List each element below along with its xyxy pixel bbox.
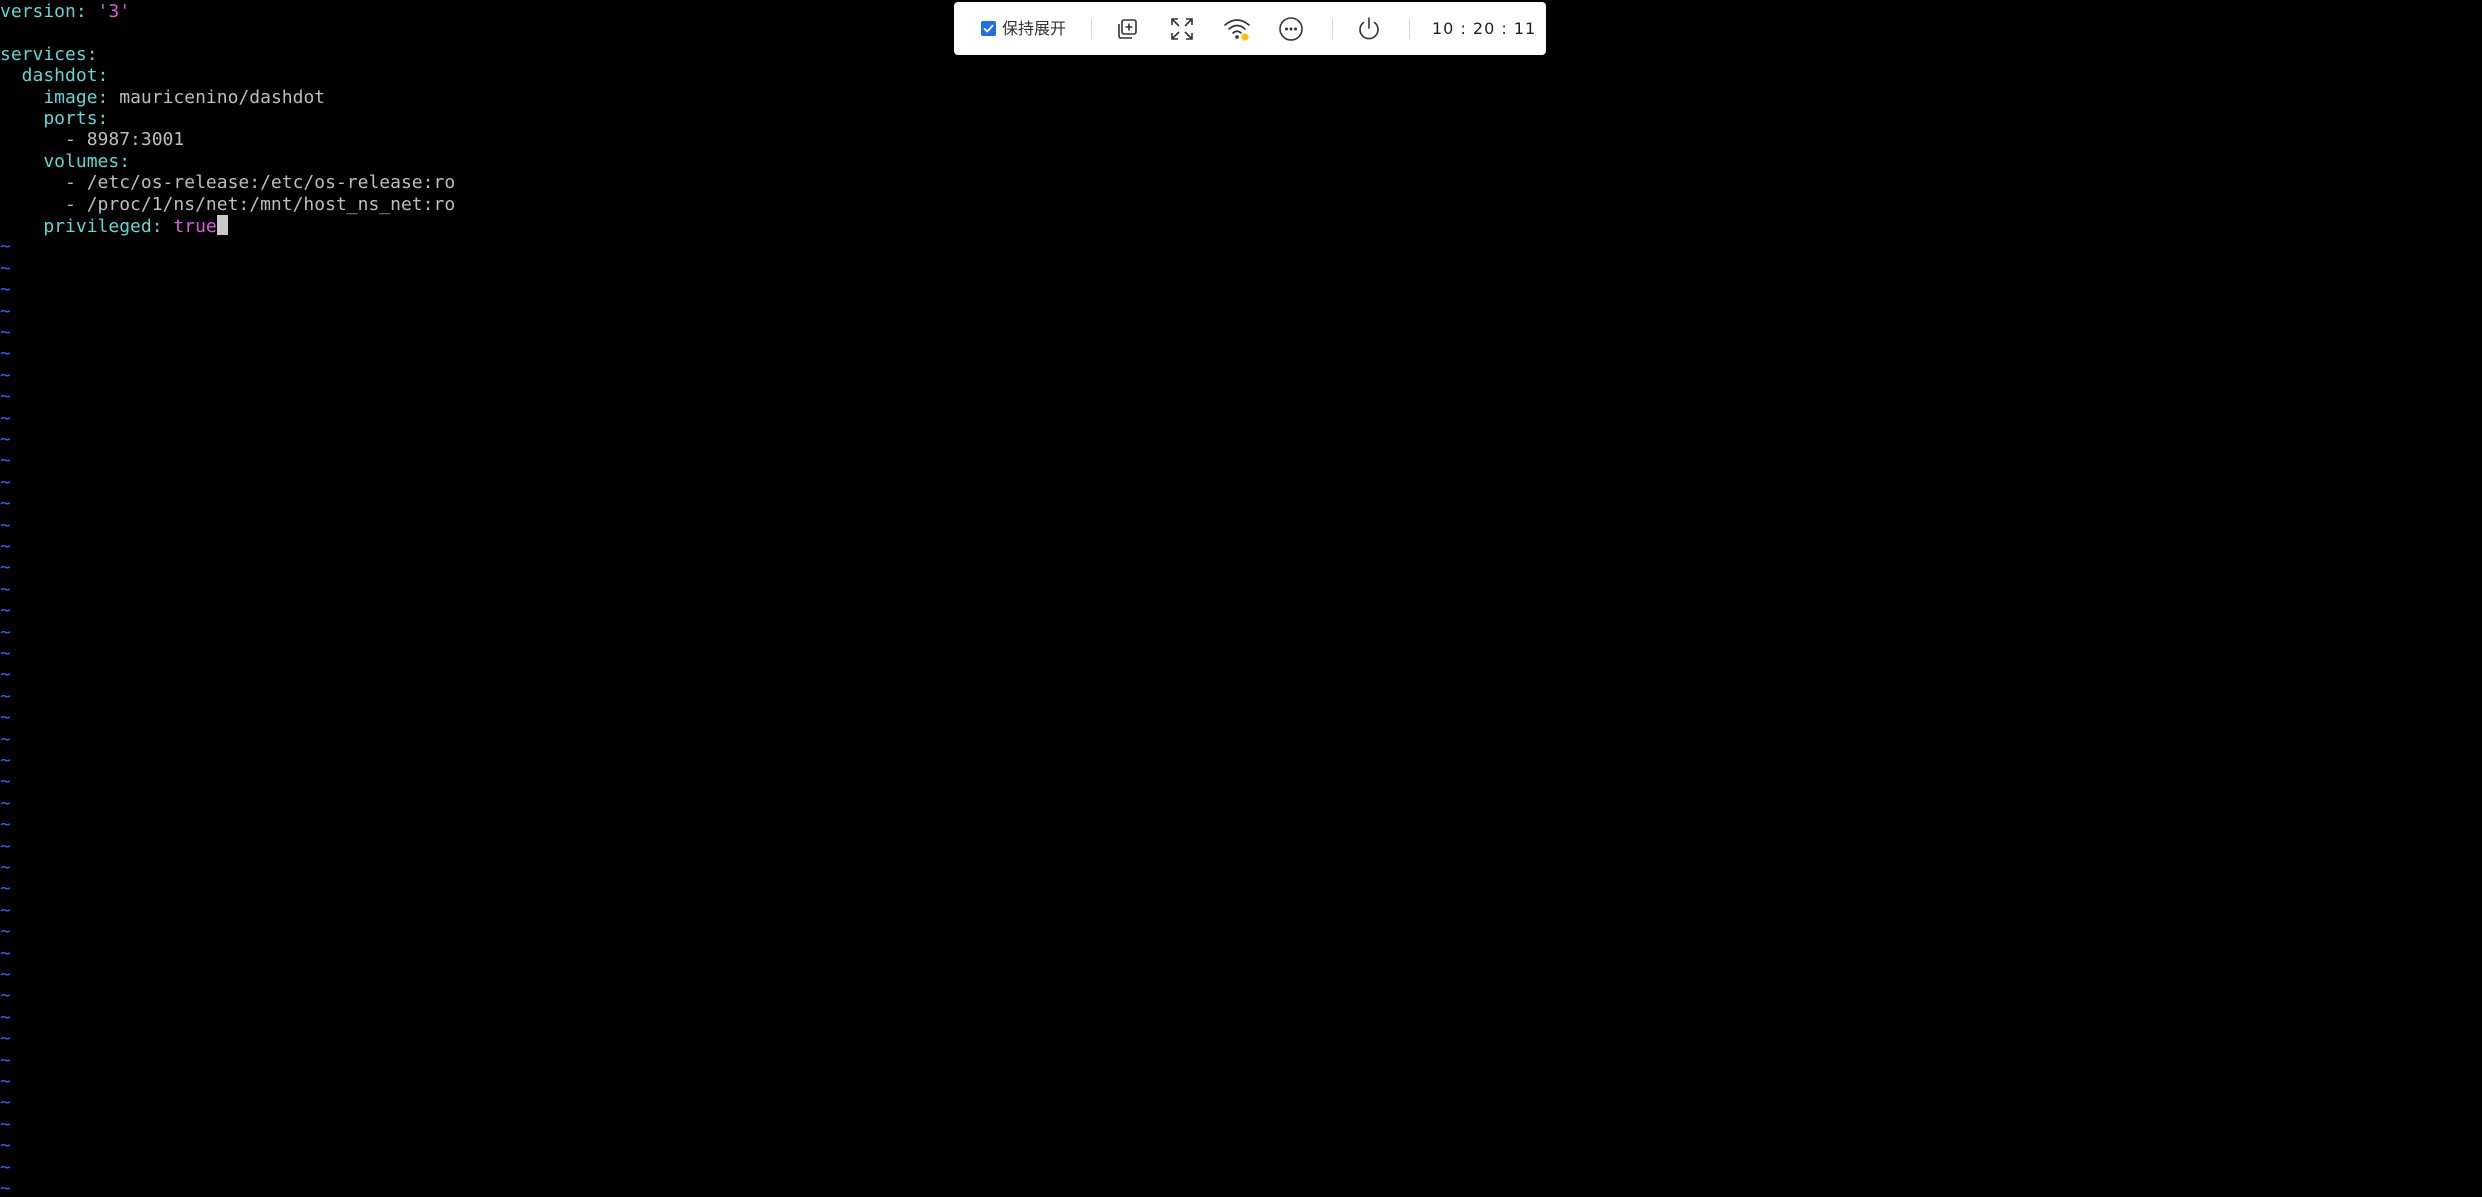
toolbar-divider	[1091, 19, 1092, 39]
empty-line-marker: ~	[0, 236, 11, 258]
empty-line-marker: ~	[0, 1135, 11, 1157]
empty-line-marker: ~	[0, 407, 11, 429]
remote-toolbar: 保持展开 10: 20: 11	[954, 2, 1546, 55]
copy-add-icon[interactable]	[1112, 14, 1142, 44]
code-token: - /etc/os-release:/etc/os-release:ro	[0, 172, 456, 194]
empty-line-marker: ~	[0, 857, 11, 878]
empty-line-marker: ~	[0, 600, 11, 622]
empty-line-marker: ~	[0, 643, 11, 664]
editor-line: version: '3'	[0, 1, 130, 23]
empty-line-marker: ~	[0, 1113, 11, 1135]
fullscreen-icon[interactable]	[1167, 14, 1197, 44]
empty-line-marker: ~	[0, 899, 11, 921]
code-token: version	[0, 1, 76, 22]
empty-line-marker: ~	[0, 814, 11, 836]
check-icon	[983, 24, 994, 33]
empty-line-marker: ~	[0, 450, 11, 472]
empty-line-marker: ~	[0, 557, 11, 579]
more-icon[interactable]	[1276, 14, 1306, 44]
editor-line: image: mauricenino/dashdot	[0, 87, 325, 109]
session-clock: 10 : 20 : 11	[1432, 19, 1537, 38]
code-token: :	[151, 216, 174, 237]
empty-line-marker: ~	[0, 471, 11, 493]
empty-line-marker: ~	[0, 728, 11, 750]
wifi-icon[interactable]	[1222, 14, 1252, 44]
empty-line-marker: ~	[0, 921, 11, 943]
empty-line-marker: ~	[0, 300, 11, 322]
empty-line-marker: ~	[0, 1092, 11, 1114]
code-token: :	[75, 1, 98, 22]
empty-line-marker: ~	[0, 1156, 11, 1178]
editor-line: privileged: true	[0, 215, 228, 237]
code-token: privileged	[0, 216, 152, 237]
empty-line-marker: ~	[0, 942, 11, 964]
keep-expanded-checkbox[interactable]	[981, 21, 996, 36]
empty-line-marker: ~	[0, 429, 11, 450]
empty-line-marker: ~	[0, 1178, 11, 1197]
text-cursor	[216, 215, 228, 235]
empty-line-marker: ~	[0, 707, 11, 729]
empty-line-marker: ~	[0, 964, 11, 985]
empty-line-marker: ~	[0, 664, 11, 686]
empty-line-marker: ~	[0, 835, 11, 857]
empty-line-marker: ~	[0, 685, 11, 707]
editor-line: - /proc/1/ns/net:/mnt/host_ns_net:ro	[0, 194, 455, 216]
empty-line-marker: ~	[0, 493, 11, 515]
code-token: volumes	[0, 150, 120, 172]
code-token: true	[173, 216, 217, 237]
empty-line-marker: ~	[0, 771, 11, 793]
empty-line-marker: ~	[0, 386, 11, 408]
empty-line-marker: ~	[0, 1071, 11, 1092]
code-token: image	[0, 86, 98, 108]
empty-line-marker: ~	[0, 1049, 11, 1071]
code-token: :	[97, 65, 109, 87]
code-token: :	[97, 86, 120, 108]
empty-line-marker: ~	[0, 322, 11, 343]
code-token: :	[97, 108, 109, 129]
empty-line-marker: ~	[0, 536, 11, 557]
terminal-editor[interactable]: version: '3' services: dashdot: image: ma…	[0, 0, 2482, 1197]
editor-line: services:	[0, 44, 98, 66]
empty-line-marker: ~	[0, 792, 11, 814]
empty-line-marker: ~	[0, 578, 11, 600]
editor-line: - 8987:3001	[0, 129, 184, 151]
empty-line-marker: ~	[0, 1028, 11, 1050]
code-token: - 8987:3001	[0, 129, 185, 151]
editor-line: dashdot:	[0, 65, 109, 87]
empty-line-marker: ~	[0, 750, 11, 771]
empty-line-marker: ~	[0, 1006, 11, 1028]
code-token: mauricenino/dashdot	[119, 86, 326, 108]
code-token: services	[0, 43, 87, 65]
editor-line: - /etc/os-release:/etc/os-release:ro	[0, 172, 455, 194]
code-token: '3'	[97, 1, 131, 22]
power-icon[interactable]	[1354, 14, 1384, 44]
empty-line-marker: ~	[0, 279, 11, 301]
editor-line: ports:	[0, 108, 108, 130]
code-token: :	[86, 43, 98, 65]
empty-line-marker: ~	[0, 878, 11, 900]
code-token: dashdot	[0, 65, 98, 87]
empty-line-marker: ~	[0, 257, 11, 279]
empty-line-marker: ~	[0, 985, 11, 1007]
empty-line-marker: ~	[0, 343, 11, 365]
toolbar-divider	[1409, 19, 1410, 39]
toolbar-divider	[1332, 19, 1333, 39]
code-token: ports	[0, 108, 98, 129]
empty-line-marker: ~	[0, 364, 11, 386]
empty-line-marker: ~	[0, 621, 11, 643]
editor-line: volumes:	[0, 151, 130, 173]
code-token: - /proc/1/ns/net:/mnt/host_ns_net:ro	[0, 193, 456, 215]
keep-expanded-label[interactable]: 保持展开	[1002, 18, 1066, 40]
empty-line-marker: ~	[0, 514, 11, 536]
code-token: :	[119, 150, 131, 172]
